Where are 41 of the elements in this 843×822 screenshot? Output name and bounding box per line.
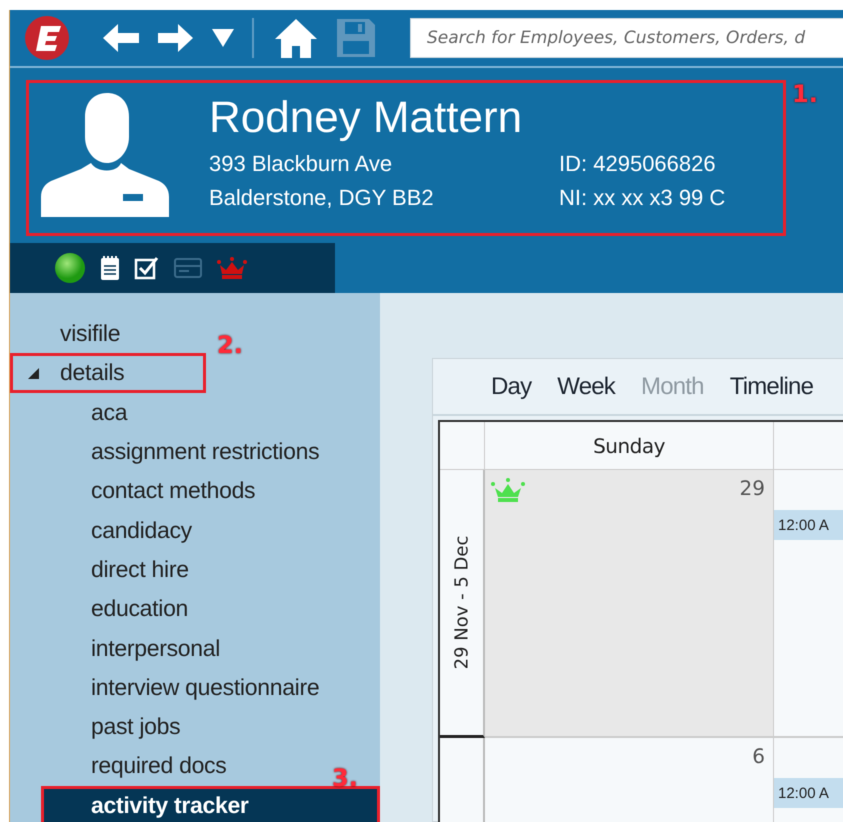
date-number: 29 bbox=[740, 476, 765, 500]
sidebar-item[interactable]: required docs bbox=[41, 746, 226, 786]
event-chip[interactable]: 12:00 A bbox=[774, 510, 843, 540]
sidebar-item[interactable]: details bbox=[10, 353, 206, 393]
expanded-triangle-icon[interactable] bbox=[28, 368, 39, 380]
address-line: 393 Blackburn Ave bbox=[209, 150, 394, 178]
callout-number: 2. bbox=[217, 331, 243, 360]
sidebar-item[interactable]: contact methods bbox=[41, 471, 256, 510]
view-tab[interactable]: Day bbox=[491, 372, 532, 400]
dropdown-caret-icon[interactable] bbox=[212, 29, 234, 47]
employee-name: Rodney Mattern bbox=[209, 93, 524, 143]
view-tab[interactable]: Timeline bbox=[730, 372, 814, 400]
sidebar-item[interactable]: visifile bbox=[10, 314, 120, 354]
sidebar-item[interactable]: assignment restrictions bbox=[41, 432, 320, 472]
logo-icon[interactable] bbox=[24, 15, 70, 61]
callout-number: 1. bbox=[792, 80, 818, 108]
week-range-label: 29 Nov - 5 Dec bbox=[451, 536, 472, 670]
home-icon[interactable] bbox=[274, 17, 318, 59]
checkbox-icon[interactable] bbox=[134, 256, 160, 280]
sidebar-item[interactable]: interpersonal bbox=[41, 628, 220, 668]
address-line: Balderstone, DGY BB2 bbox=[209, 184, 435, 212]
person-silhouette-icon bbox=[41, 93, 169, 218]
status-dot-icon bbox=[54, 252, 86, 284]
view-tab[interactable]: Week bbox=[557, 372, 615, 400]
sidebar-item[interactable]: aca bbox=[41, 392, 128, 432]
sidebar-item[interactable]: education bbox=[41, 589, 188, 628]
back-arrow-icon[interactable] bbox=[102, 23, 140, 53]
sidebar-item[interactable]: activity tracker bbox=[41, 786, 380, 822]
event-chip[interactable]: 12:00 A bbox=[774, 778, 843, 808]
sidebar-item[interactable]: candidacy bbox=[41, 510, 192, 550]
employee-id: ID: 4295066826 bbox=[559, 150, 717, 178]
forward-arrow-icon[interactable] bbox=[158, 23, 194, 53]
ni-number: NI: xx xx x3 99 C bbox=[559, 184, 726, 212]
corner-cell bbox=[440, 422, 485, 470]
date-number: 6 bbox=[752, 744, 765, 768]
sidebar-item[interactable]: past jobs bbox=[41, 706, 180, 746]
notepad-icon[interactable] bbox=[100, 255, 120, 281]
search-field[interactable]: Search for Employees, Customers, Orders, d bbox=[410, 18, 843, 58]
sidebar-item[interactable]: direct hire bbox=[41, 550, 189, 590]
day-cell[interactable]: 29 bbox=[485, 470, 774, 738]
sidebar-item[interactable]: interview questionnaire bbox=[41, 668, 320, 707]
